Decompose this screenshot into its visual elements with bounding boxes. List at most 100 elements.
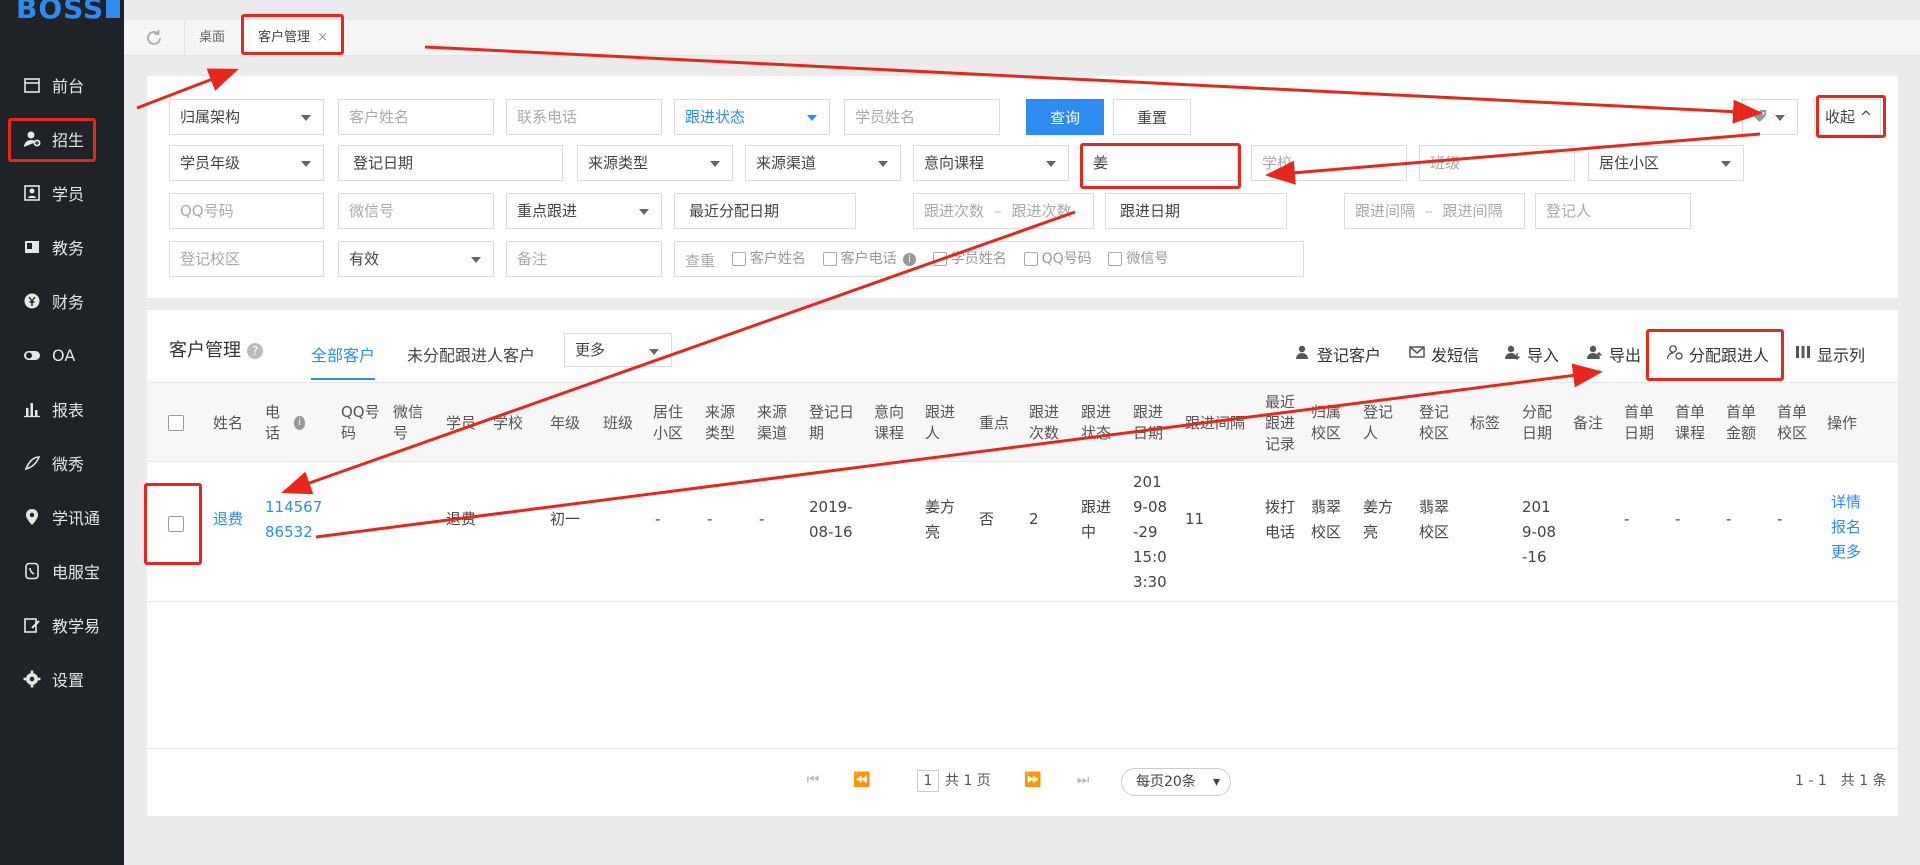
col-header[interactable]: 跟进次数: [1029, 383, 1065, 463]
sidebar-item-settings[interactable]: 设置: [0, 652, 124, 706]
reset-button[interactable]: 重置: [1113, 99, 1191, 135]
col-header[interactable]: 登记日期: [809, 383, 863, 463]
col-header[interactable]: QQ号码: [341, 383, 383, 463]
last-assign-date-picker[interactable]: 最近分配日期: [674, 193, 856, 229]
follow-count-range[interactable]: 跟进次数 – 跟进次数: [913, 193, 1094, 229]
sidebar-item-students[interactable]: 学员: [0, 166, 124, 220]
sidebar-item-oa[interactable]: OA: [0, 328, 124, 382]
col-header[interactable]: 首单课程: [1675, 383, 1711, 463]
sidebar-item-reports[interactable]: 报表: [0, 382, 124, 436]
sidebar-item-jiaoxueyi[interactable]: 教学易: [0, 598, 124, 652]
sidebar-item-weixiu[interactable]: 微秀: [0, 436, 124, 490]
sidebar-item-xuexuntong[interactable]: 学讯通: [0, 490, 124, 544]
col-header[interactable]: 重点: [979, 383, 1015, 463]
col-header[interactable]: 跟进日期: [1133, 383, 1169, 463]
dedupe-option[interactable]: 客户电话 i: [822, 242, 917, 276]
source-type-select[interactable]: 来源类型: [577, 145, 733, 181]
follow-interval-range[interactable]: 跟进间隔 – 跟进间隔: [1344, 193, 1525, 229]
col-header[interactable]: 微信号: [393, 383, 429, 463]
import-button[interactable]: 导入: [1505, 342, 1559, 366]
customer-phone-link[interactable]: 11456786532: [265, 495, 325, 545]
row-checkbox[interactable]: [168, 516, 184, 532]
per-page-select[interactable]: 每页20条: [1121, 768, 1231, 796]
keyword-input[interactable]: 姜: [1082, 145, 1238, 181]
school-input[interactable]: 学校: [1251, 145, 1407, 181]
col-header[interactable]: 标签: [1470, 383, 1506, 463]
tab-desktop[interactable]: 桌面: [184, 20, 239, 56]
col-header[interactable]: 意向课程: [874, 383, 910, 463]
col-header[interactable]: 班级: [603, 383, 639, 463]
col-header[interactable]: 居住小区: [653, 383, 689, 463]
sidebar-item-finance[interactable]: 财务: [0, 274, 124, 328]
prev-page-icon[interactable]: ⏪: [851, 772, 873, 792]
follow-date-picker[interactable]: 跟进日期: [1105, 193, 1287, 229]
wechat-input[interactable]: 微信号: [338, 193, 494, 229]
col-header[interactable]: 学员: [446, 383, 482, 463]
col-header[interactable]: 电话 i: [265, 383, 305, 463]
col-header[interactable]: 最近跟进记录: [1265, 383, 1301, 463]
last-page-icon[interactable]: ⏭: [1072, 772, 1094, 792]
col-header[interactable]: 首单日期: [1624, 383, 1660, 463]
query-button[interactable]: 查询: [1026, 99, 1104, 135]
col-header[interactable]: 登记校区: [1419, 383, 1455, 463]
select-all-checkbox[interactable]: [168, 383, 184, 463]
more-link[interactable]: 更多: [1831, 540, 1861, 565]
col-header[interactable]: 归属校区: [1311, 383, 1347, 463]
remark-input[interactable]: 备注: [506, 241, 662, 277]
col-header[interactable]: 分配日期: [1522, 383, 1558, 463]
col-header[interactable]: 备注: [1573, 383, 1609, 463]
follow-status-select[interactable]: 跟进状态: [674, 99, 830, 135]
course-select[interactable]: 意向课程: [913, 145, 1069, 181]
col-header[interactable]: 学校: [493, 383, 529, 463]
source-channel-select[interactable]: 来源渠道: [745, 145, 901, 181]
col-header[interactable]: 跟进间隔: [1185, 383, 1257, 463]
org-select[interactable]: 归属架构: [169, 99, 324, 135]
page-input[interactable]: 1: [917, 770, 939, 792]
enroll-link[interactable]: 报名: [1831, 515, 1861, 540]
dedupe-option[interactable]: 微信号: [1108, 242, 1168, 276]
col-header[interactable]: 年级: [550, 383, 586, 463]
tab-unassigned-customers[interactable]: 未分配跟进人客户: [407, 342, 535, 366]
student-name-input[interactable]: 学员姓名: [844, 99, 1000, 135]
col-header[interactable]: 姓名: [213, 383, 253, 463]
class-input[interactable]: 班级: [1419, 145, 1575, 181]
community-select[interactable]: 居住小区: [1588, 145, 1744, 181]
grade-select[interactable]: 学员年级: [169, 145, 324, 181]
customer-name-link[interactable]: 退费: [213, 507, 243, 532]
close-icon[interactable]: ×: [317, 20, 328, 56]
qq-input[interactable]: QQ号码: [169, 193, 324, 229]
first-page-icon[interactable]: ⏮: [802, 772, 824, 792]
customer-name-input[interactable]: 客户姓名: [338, 99, 494, 135]
more-select[interactable]: 更多: [564, 333, 672, 367]
assign-follower-button[interactable]: 分配跟进人: [1666, 342, 1769, 366]
col-header[interactable]: 首单校区: [1777, 383, 1813, 463]
reg-date-picker[interactable]: 登记日期: [338, 145, 563, 181]
col-header[interactable]: 跟进人: [925, 383, 961, 463]
valid-select[interactable]: 有效: [338, 241, 494, 277]
registrar-input[interactable]: 登记人: [1535, 193, 1691, 229]
send-sms-button[interactable]: 发短信: [1409, 342, 1479, 366]
reg-campus-input[interactable]: 登记校区: [169, 241, 324, 277]
tab-customer-management[interactable]: 客户管理 ×: [243, 20, 339, 56]
key-follow-select[interactable]: 重点跟进: [506, 193, 662, 229]
col-header[interactable]: 来源类型: [705, 383, 741, 463]
export-button[interactable]: 导出: [1587, 342, 1641, 366]
help-icon[interactable]: ?: [247, 343, 263, 359]
col-header[interactable]: 登记人: [1363, 383, 1399, 463]
col-header[interactable]: 来源渠道: [757, 383, 793, 463]
sidebar-item-academic[interactable]: 教务: [0, 220, 124, 274]
show-columns-button[interactable]: 显示列: [1795, 342, 1865, 366]
collapse-button[interactable]: 收起 ^: [1814, 99, 1881, 135]
sidebar-item-front-desk[interactable]: 前台: [0, 58, 124, 112]
phone-input[interactable]: 联系电话: [506, 99, 662, 135]
refresh-icon[interactable]: [144, 28, 164, 48]
dedupe-option[interactable]: QQ号码: [1023, 242, 1092, 276]
dedupe-option[interactable]: 学员姓名: [932, 242, 1007, 276]
col-header[interactable]: 跟进状态: [1081, 383, 1117, 463]
tab-all-customers[interactable]: 全部客户: [311, 342, 376, 380]
col-header[interactable]: 首单金额: [1726, 383, 1762, 463]
next-page-icon[interactable]: ⏩: [1022, 772, 1044, 792]
tag-select[interactable]: [1742, 99, 1798, 135]
sidebar-item-dianfubao[interactable]: 电服宝: [0, 544, 124, 598]
sidebar-item-enrollment[interactable]: 招生: [0, 112, 124, 166]
